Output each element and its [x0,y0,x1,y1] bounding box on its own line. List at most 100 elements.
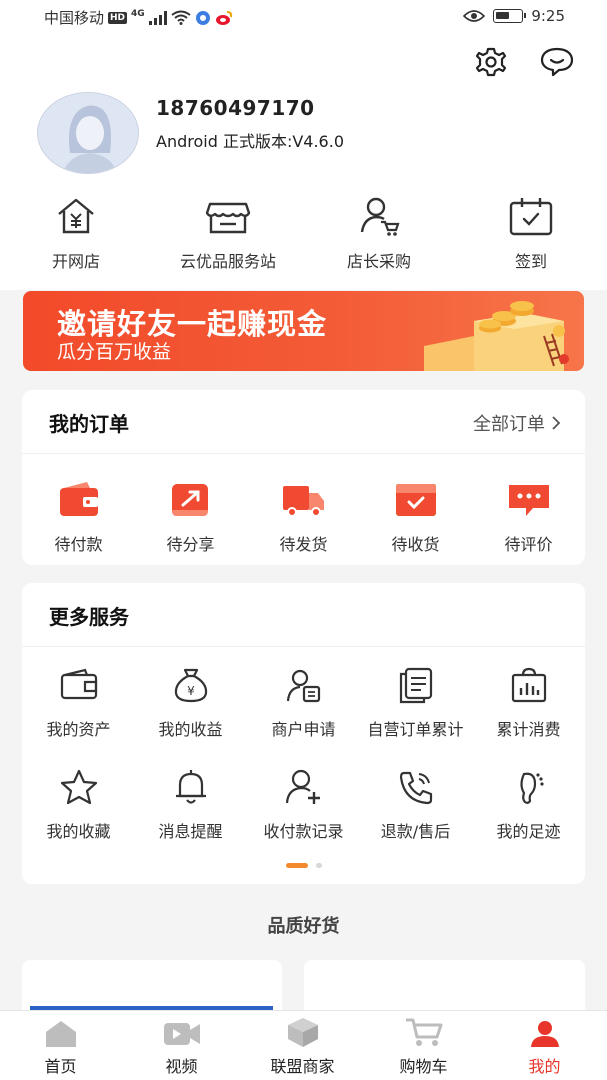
quick-label: 店长采购 [346,252,411,271]
service-my-footprint[interactable]: 我的足迹 [472,765,585,843]
tab-label: 购物车 [399,1057,448,1076]
service-label: 消息提醒 [158,822,223,841]
services-header: 更多服务 [22,583,585,647]
carrier-label: 中国移动 [44,9,105,27]
service-message-alerts[interactable]: 消息提醒 [134,765,247,843]
gear-icon [475,47,507,77]
money-bag-icon: ¥ [174,668,207,703]
tab-label: 联盟商家 [270,1057,335,1076]
tab-label: 我的 [528,1057,561,1076]
quick-open-shop[interactable]: 开网店 [6,192,146,272]
status-bar: 中国移动 HD 4G 9:25 [0,0,607,34]
quick-label: 签到 [514,252,547,271]
svg-text:¥: ¥ [187,684,195,698]
service-merchant-apply[interactable]: 商户申请 [247,663,360,741]
chevron-right-icon [552,416,561,430]
orders-card: 我的订单 全部订单 待付款 待分享 待发货 待收货 待评价 [22,390,585,565]
clock: 9:25 [531,7,565,25]
service-label: 我的资产 [46,720,111,739]
app-version: Android 正式版本:V4.6.0 [156,132,344,151]
star-icon [60,769,97,805]
tab-home[interactable]: 首页 [0,1011,121,1080]
banner-subtitle: 瓜分百万收益 [57,341,172,363]
page-indicator [22,863,585,868]
service-my-earnings[interactable]: ¥ 我的收益 [134,663,247,741]
tab-alliance-merchants[interactable]: 联盟商家 [242,1011,363,1080]
bottom-tab-bar: 首页 视频 联盟商家 购物车 我的 [0,1010,607,1080]
bell-icon [175,770,206,804]
service-label: 退款/售后 [380,822,451,841]
person-add-icon [285,769,320,804]
merchant-apply-icon [286,669,320,703]
wifi-icon [171,10,191,25]
service-total-spending[interactable]: 累计消费 [472,663,585,741]
comment-icon [508,485,549,516]
order-label: 待分享 [166,535,215,554]
truck-icon [282,486,324,517]
cube-icon [287,1018,318,1047]
quick-check-in[interactable]: 签到 [461,192,601,272]
invite-banner[interactable]: 邀请好友一起赚现金 瓜分百万收益 [23,291,584,371]
order-pending-payment[interactable]: 待付款 [22,478,135,556]
all-orders-link[interactable]: 全部订单 [473,410,561,436]
documents-icon [399,667,432,704]
service-my-favorites[interactable]: 我的收藏 [22,765,135,843]
tab-profile[interactable]: 我的 [484,1011,605,1080]
all-orders-label: 全部订单 [473,414,545,435]
profile-icon [530,1021,559,1047]
signal-icon [148,10,167,25]
order-label: 待评价 [504,535,553,554]
service-refund-aftersale[interactable]: 退款/售后 [359,765,472,843]
coins-illustration [424,301,569,371]
quick-label: 云优品服务站 [179,252,276,271]
order-pending-receipt[interactable]: 待收货 [359,478,472,556]
service-label: 收付款记录 [263,822,344,841]
services-title: 更多服务 [49,605,129,629]
app-notification-icon [195,10,210,25]
message-button[interactable] [539,44,575,80]
weibo-icon [215,10,232,25]
quick-service-station[interactable]: 云优品服务站 [158,192,298,272]
status-right: 9:25 [463,7,565,25]
quick-actions: 开网店 云优品服务站 店长采购 签到 [0,192,607,274]
service-label: 累计消费 [496,720,561,739]
tab-label: 首页 [44,1057,77,1076]
eye-comfort-icon [463,10,486,22]
service-self-order-total[interactable]: 自营订单累计 [359,663,472,741]
cart-icon [405,1018,442,1046]
tab-label: 视频 [165,1057,198,1076]
quick-label: 开网店 [51,252,100,271]
person-cart-icon [360,197,400,236]
orders-title: 我的订单 [49,412,129,436]
settings-button[interactable] [473,44,509,80]
order-label: 待发货 [279,535,328,554]
service-label: 商户申请 [271,720,336,739]
service-payment-records[interactable]: 收付款记录 [247,765,360,843]
avatar[interactable] [37,92,139,174]
user-phone: 18760497170 [156,96,315,120]
video-icon [163,1023,200,1045]
service-label: 自营订单累计 [367,720,464,739]
services-card: 更多服务 我的资产 ¥ 我的收益 商户申请 自营订单累计 累计消费 我的收藏 消… [22,583,585,884]
service-my-assets[interactable]: 我的资产 [22,663,135,741]
order-pending-review[interactable]: 待评价 [472,478,585,556]
order-label: 待付款 [54,535,103,554]
calendar-check-icon [509,198,553,236]
order-pending-share[interactable]: 待分享 [134,478,247,556]
home-icon [45,1021,76,1047]
header-actions [473,44,575,80]
footprint-icon [519,772,544,804]
page-dot-active [285,863,308,868]
quick-manager-purchase[interactable]: 店长采购 [309,192,449,272]
tab-cart[interactable]: 购物车 [363,1011,484,1080]
hd-badge: HD [108,11,128,24]
avatar-image [38,93,138,173]
chat-bubble-icon [540,47,574,77]
orders-header: 我的订单 全部订单 [22,390,585,454]
bar-chart-bag-icon [511,667,546,703]
share-icon [171,484,208,516]
tab-video[interactable]: 视频 [121,1011,242,1080]
wallet-outline-icon [60,668,97,700]
order-pending-shipment[interactable]: 待发货 [247,478,360,556]
service-label: 我的足迹 [496,822,561,841]
